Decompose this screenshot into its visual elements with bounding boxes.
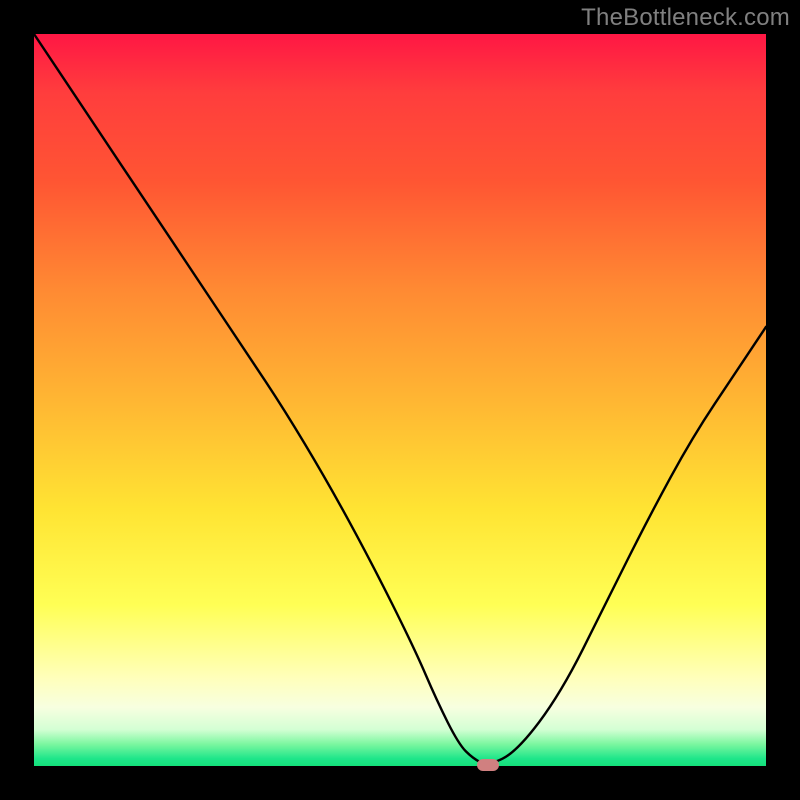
watermark-text: TheBottleneck.com [581,4,790,32]
bottleneck-curve [34,34,766,766]
optimum-marker [477,759,499,771]
chart-frame: TheBottleneck.com [0,0,800,800]
plot-area [34,34,766,766]
